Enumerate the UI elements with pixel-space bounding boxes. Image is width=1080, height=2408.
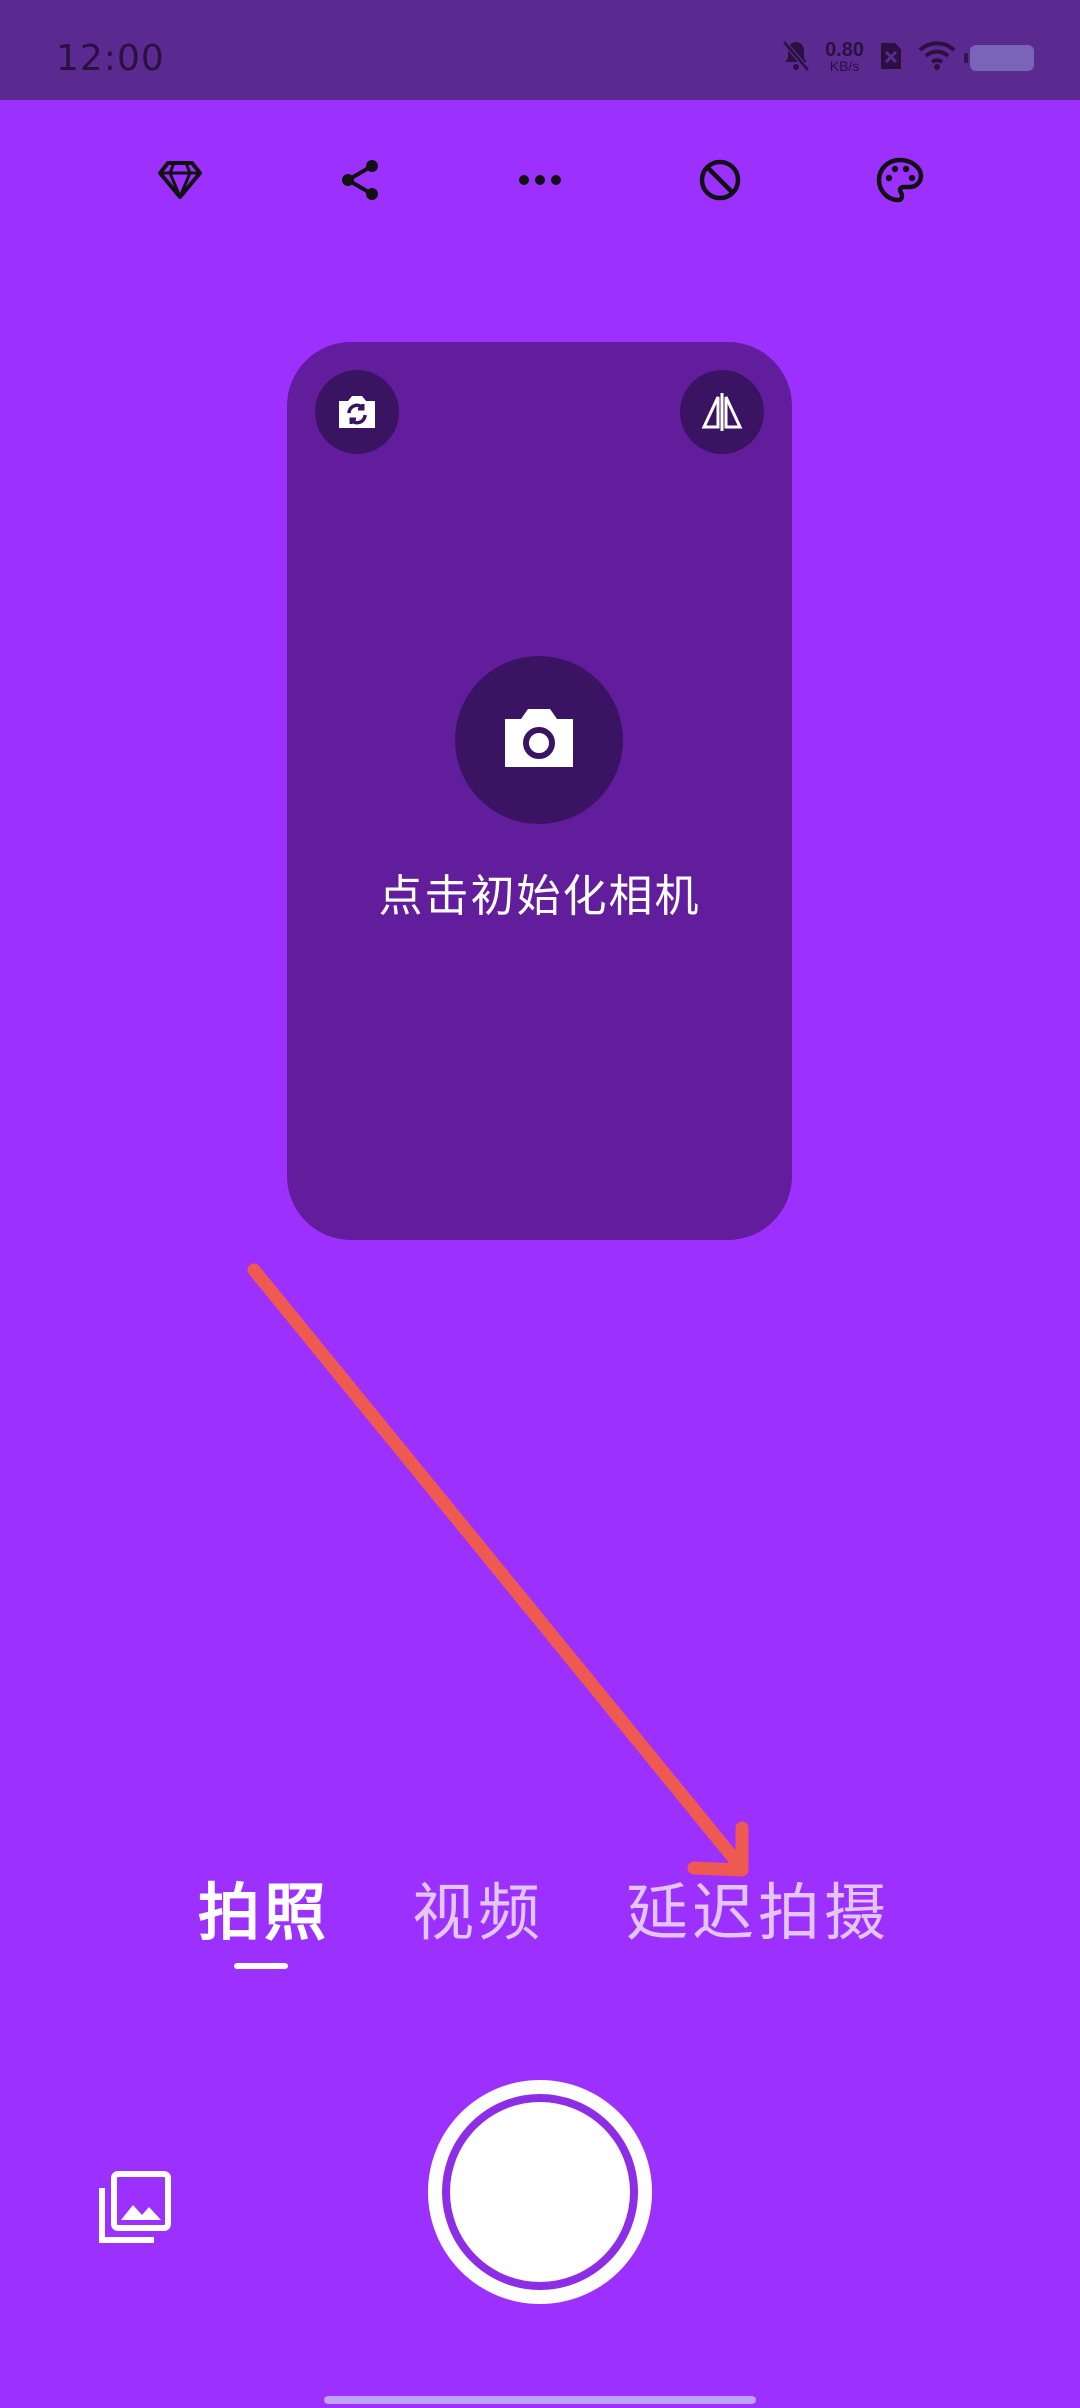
shutter-button[interactable] bbox=[428, 2080, 652, 2304]
mode-video[interactable]: 视频 bbox=[412, 1862, 544, 1952]
flash-off-icon[interactable] bbox=[680, 140, 760, 220]
status-icons: 0.80 KB/s bbox=[781, 38, 1034, 78]
mirror-icon[interactable] bbox=[680, 370, 764, 454]
palette-icon[interactable] bbox=[860, 140, 940, 220]
network-speed-value: 0.80 bbox=[825, 39, 864, 61]
share-icon[interactable] bbox=[320, 140, 400, 220]
camera-icon bbox=[501, 705, 577, 775]
diamond-icon[interactable] bbox=[140, 140, 220, 220]
gallery-icon[interactable] bbox=[86, 2160, 182, 2256]
switch-camera-icon[interactable] bbox=[315, 370, 399, 454]
network-speed: 0.80 KB/s bbox=[825, 39, 864, 74]
shutter-ring bbox=[442, 2094, 638, 2290]
mode-active-indicator bbox=[234, 1963, 288, 1969]
more-icon[interactable] bbox=[500, 140, 580, 220]
mode-photo[interactable]: 拍照 bbox=[198, 1862, 330, 1952]
top-toolbar bbox=[0, 140, 1080, 220]
network-speed-unit: KB/s bbox=[829, 58, 860, 74]
bell-muted-icon bbox=[781, 39, 811, 77]
home-indicator[interactable] bbox=[324, 2396, 756, 2404]
sim-off-icon bbox=[878, 40, 904, 76]
wifi-icon bbox=[918, 41, 956, 75]
mode-delayed-shot[interactable]: 延迟拍摄 bbox=[626, 1862, 890, 1952]
camera-init-button[interactable] bbox=[455, 656, 623, 824]
camera-preview[interactable]: 点击初始化相机 bbox=[287, 342, 792, 1240]
mode-selector: 拍照 视频 延迟拍摄 bbox=[0, 1862, 1080, 1962]
camera-init-label: 点击初始化相机 bbox=[378, 871, 701, 922]
battery-icon bbox=[964, 45, 1034, 71]
status-time: 12:00 bbox=[56, 38, 165, 79]
status-bar: 12:00 0.80 KB/s bbox=[0, 0, 1080, 100]
